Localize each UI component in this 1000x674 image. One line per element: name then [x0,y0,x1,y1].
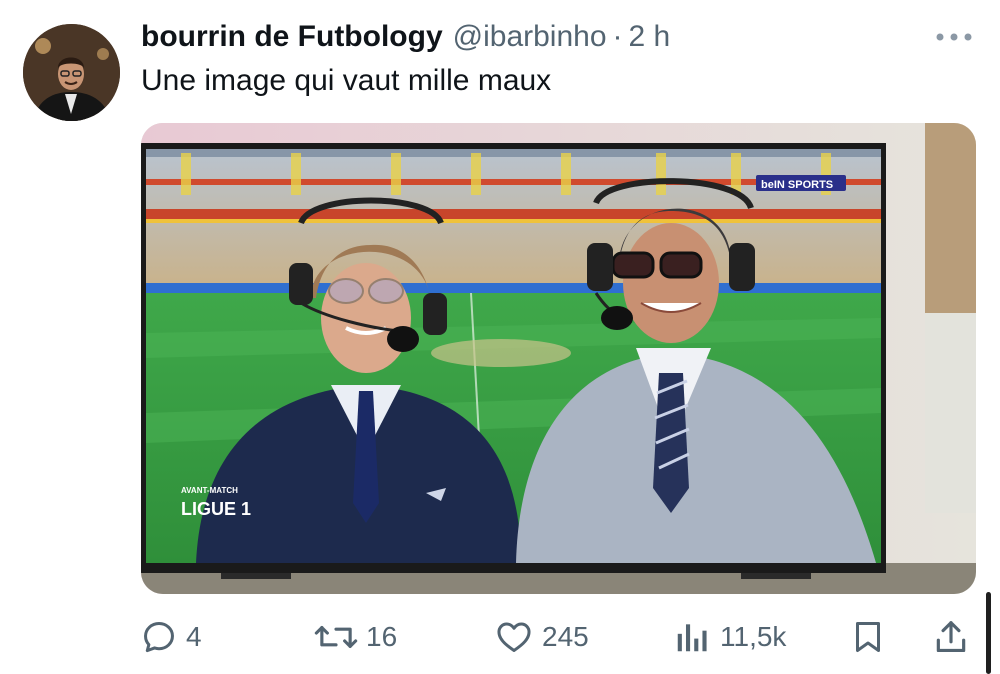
bookmark-icon [856,622,880,652]
views-button[interactable]: 11,5k [672,608,786,666]
like-button[interactable]: 245 [494,608,589,666]
scrollbar[interactable] [986,592,991,674]
reply-count: 4 [186,621,202,652]
tweet-header: bourrin de Futbology @ibarbinho · 2 h [141,20,670,54]
retweet-count: 16 [366,621,398,652]
tweet-photo[interactable]: beIN SPORTS AVANT-MATCH LIGUE 1 [141,123,976,594]
retweet-icon [314,626,358,648]
views-count: 11,5k [720,621,787,652]
reply-button[interactable]: 4 [140,608,202,666]
overlay-badge-main: LIGUE 1 [181,499,251,519]
separator-dot: · [612,20,623,53]
avatar[interactable] [23,24,120,121]
tweet: bourrin de Futbology @ibarbinho · 2 h Un… [0,0,1000,674]
overlay-badge-small: AVANT-MATCH [181,486,238,495]
retweet-button[interactable]: 16 [314,608,397,666]
tweet-text: Une image qui vaut mille maux [141,64,552,97]
like-count: 245 [542,621,589,652]
broadcaster-logo: beIN SPORTS [761,179,833,191]
heart-icon [497,622,531,652]
avatar-image [23,24,120,121]
tv-broadcast-photo: beIN SPORTS AVANT-MATCH LIGUE 1 [141,123,976,594]
views-icon [677,624,707,652]
more-horizontal-icon [936,33,972,41]
share-icon [936,621,966,653]
timestamp[interactable]: 2 h [629,20,671,54]
reply-icon [144,622,174,653]
more-options-button[interactable] [932,22,976,52]
user-handle[interactable]: @ibarbinho [453,20,607,54]
tweet-actions: 4 16 245 11,5k [0,608,1000,666]
display-name[interactable]: bourrin de Futbology [141,20,443,54]
share-button[interactable] [932,608,970,666]
bookmark-button[interactable] [850,608,886,666]
